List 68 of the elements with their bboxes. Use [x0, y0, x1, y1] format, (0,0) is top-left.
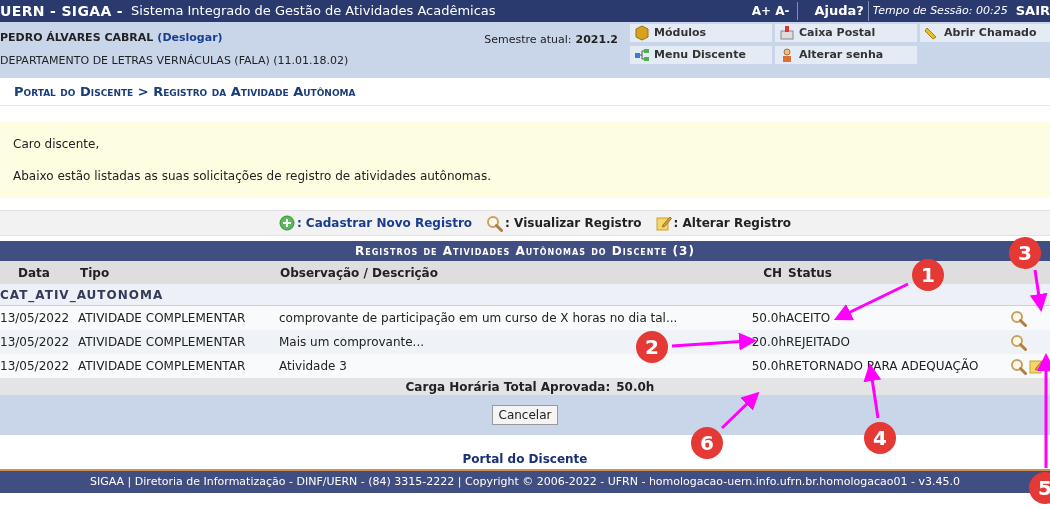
- help-link[interactable]: Ajuda?: [814, 1, 869, 21]
- table-cell-text: ATIVIDADE COMPLEMENTAR: [78, 334, 246, 351]
- pointer-arrow: [720, 391, 760, 430]
- semester-value: 2021.2: [575, 32, 618, 48]
- number-marker: 5: [1029, 472, 1050, 504]
- network-icon: [634, 47, 650, 63]
- notepad-pencil-icon[interactable]: [655, 215, 672, 231]
- legend-label: : Visualizar Registro: [505, 215, 642, 232]
- notice-text: Caro discente,: [13, 136, 101, 153]
- magnifier-icon[interactable]: [486, 214, 504, 232]
- pointer-arrow: [1029, 269, 1048, 312]
- column-header: CH: [763, 264, 783, 282]
- shortcut-button[interactable]: Caixa Postal: [775, 24, 917, 42]
- breadcrumb: Portal do Discente > Registro da Atividade Autônoma: [14, 82, 356, 101]
- table-cell-text: Mais um comprovante...: [279, 334, 425, 351]
- table-cell-text: 13/05/2022: [0, 310, 70, 327]
- table-cell-text: 20.0h: [751, 334, 786, 351]
- group-label: CAT_ATIV_AUTONOMA: [0, 286, 164, 304]
- notepad-pencil-icon[interactable]: [1029, 358, 1045, 374]
- number-marker: 1: [912, 259, 944, 291]
- table-cell-text: REJEITADO: [786, 334, 850, 351]
- logout-link[interactable]: (Deslogar): [157, 30, 223, 47]
- notice-text: Abaixo estão listadas as suas solicitações de registro de atividades autônomas.: [13, 168, 492, 185]
- system-subtitle: Sistema Integrado de Gestão de Atividades Acadêmicas: [131, 2, 496, 21]
- table-cell-text: 13/05/2022: [0, 358, 70, 375]
- total-value: 50.0h: [616, 378, 655, 396]
- department-name: DEPARTAMENTO DE LETRAS VERNÁCULAS (FALA) (11.01.18.02): [0, 52, 350, 69]
- table-cell-text: Atividade 3: [279, 358, 347, 375]
- table-cell-text: 50.0h: [751, 358, 786, 375]
- table-cell-text: 50.0h: [751, 310, 786, 327]
- session-timer: Tempo de Sessão: 00:25: [872, 2, 1008, 19]
- table-title: Registros de Atividades Autônomas do Discente (3): [355, 243, 695, 260]
- magnifier-icon[interactable]: [1010, 333, 1027, 351]
- number-marker: 6: [691, 427, 723, 459]
- table-cell-text: comprovante de participação em um curso de X horas no dia tal...: [279, 310, 678, 327]
- shortcut-button[interactable]: Menu Discente: [630, 46, 772, 64]
- number-marker: 4: [864, 422, 896, 454]
- column-header: Observação / Descrição: [279, 264, 438, 282]
- magnifier-icon[interactable]: [1010, 357, 1027, 375]
- total-label: Carga Horária Total Aprovada:: [405, 378, 611, 396]
- column-header: Data: [17, 264, 50, 282]
- table-cell-text: ATIVIDADE COMPLEMENTAR: [78, 310, 246, 327]
- cancel-button[interactable]: Cancelar: [491, 405, 559, 425]
- logout-link[interactable]: SAIR: [1015, 1, 1050, 21]
- font-increase-button[interactable]: A+: [751, 2, 772, 20]
- table-cell-text: ACEITO: [786, 310, 831, 327]
- shortcut-button[interactable]: Alterar senha: [775, 46, 917, 64]
- shortcut-button[interactable]: Abrir Chamado: [920, 24, 1050, 42]
- footer-text: SIGAA | Diretoria de Informatização - DINF/UERN - (84) 3315-2222 | Copyright © 2006-2022 - UFRN - homologacao-uern.info.ufrn.br.homologacao01 - v3.45.0: [90, 473, 960, 490]
- legend-label: : Alterar Registro: [673, 215, 792, 232]
- shortcut-button[interactable]: Módulos: [630, 24, 772, 42]
- user-name: PEDRO ÁLVARES CABRAL: [0, 30, 154, 46]
- table-cell-text: 13/05/2022: [0, 334, 70, 351]
- system-title: UERN - SIGAA -: [0, 1, 124, 21]
- semester-label: Semestre atual:: [484, 32, 572, 48]
- font-decrease-button[interactable]: A-: [775, 2, 799, 20]
- column-header: Tipo: [79, 264, 110, 282]
- plus-icon[interactable]: [278, 215, 295, 231]
- table-cell: RETORNADO PARA ADEQUAÇÃO: [786, 357, 979, 375]
- portal-link[interactable]: Portal do Discente: [462, 450, 588, 468]
- column-header: Status: [787, 264, 832, 282]
- legend-link[interactable]: : Cadastrar Novo Registro: [296, 214, 473, 232]
- number-marker: 2: [636, 331, 668, 363]
- number-marker: 3: [1009, 237, 1041, 269]
- table-cell-text: ATIVIDADE COMPLEMENTAR: [78, 358, 246, 375]
- cube-icon: [634, 25, 650, 41]
- magnifier-icon[interactable]: [1010, 309, 1027, 327]
- mailbox-icon: [779, 25, 795, 41]
